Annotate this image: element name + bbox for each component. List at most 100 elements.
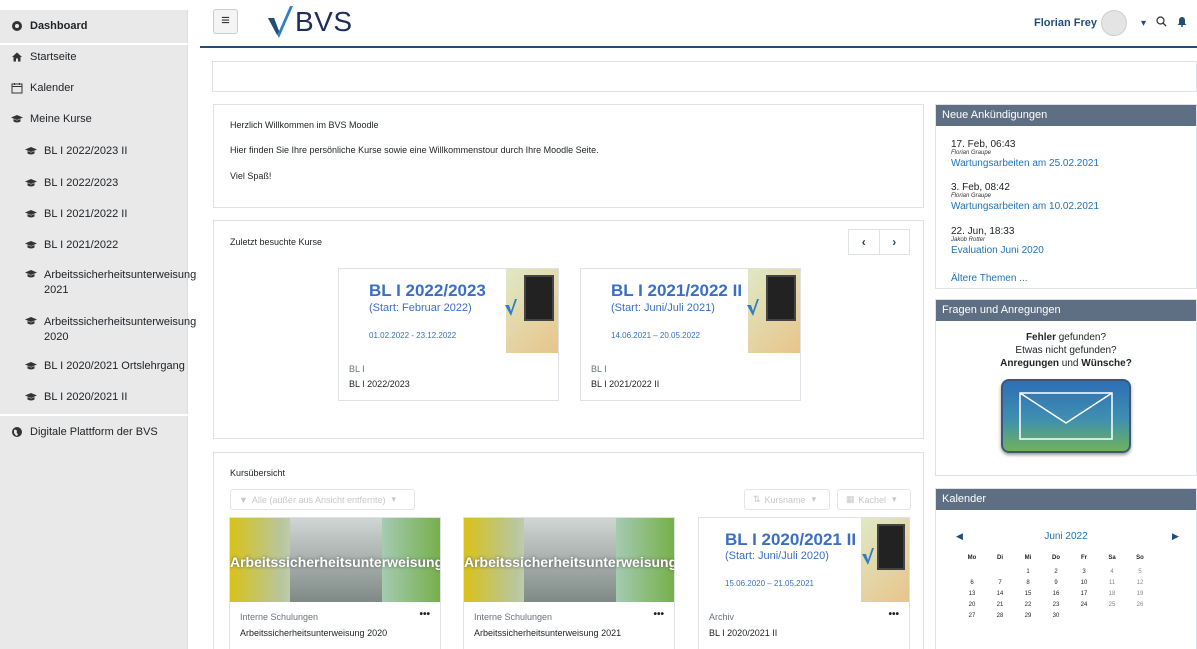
calendar-day[interactable]: 22: [1018, 602, 1038, 608]
calendar-day[interactable]: 13: [962, 591, 982, 597]
caret-down-icon[interactable]: ▾: [1141, 18, 1146, 29]
calendar-day[interactable]: 21: [990, 602, 1010, 608]
older-topics-link[interactable]: Ältere Themen ...: [951, 273, 1028, 284]
filter-icon: ▼: [239, 494, 248, 505]
calendar-weekday: Mi: [1024, 555, 1032, 561]
course-tile[interactable]: Arbeitssicherheitsunterweisung Interne S…: [463, 517, 675, 649]
view-dropdown[interactable]: ▦ Kachel ▾: [837, 489, 911, 510]
calendar-day[interactable]: 2: [1046, 569, 1066, 575]
calendar-weekday: Do: [1052, 555, 1060, 561]
calendar-day[interactable]: 19: [1130, 591, 1150, 597]
sidebar-item-course[interactable]: BL I 2021/2022 II: [0, 208, 127, 220]
course-tile[interactable]: BL I 2020/2021 II (Start: Juni/Juli 2020…: [698, 517, 910, 649]
sidebar-item-kalender[interactable]: Kalender: [0, 82, 74, 94]
recent-courses-title: Zuletzt besuchte Kurse: [230, 237, 323, 247]
sidebar-item-course[interactable]: BL I 2020/2021 Ortslehrgang: [0, 360, 185, 372]
calendar-day[interactable]: 17: [1074, 591, 1094, 597]
graduation-cap-icon: [24, 208, 38, 220]
calendar-icon: [10, 82, 24, 94]
logo-text: BVS: [295, 6, 353, 37]
recent-courses-card: Zuletzt besuchte Kurse ‹ › BL I 2022/202…: [213, 220, 924, 439]
calendar-day[interactable]: 4: [1102, 569, 1122, 575]
next-button[interactable]: ›: [880, 230, 910, 254]
sidebar-item-dashboard[interactable]: Dashboard: [0, 20, 87, 32]
calendar-day[interactable]: 24: [1074, 602, 1094, 608]
calendar-day[interactable]: 15: [1018, 591, 1038, 597]
bvs-logo-icon: [747, 299, 759, 316]
course-name[interactable]: Arbeitssicherheitsunterweisung 2021: [474, 628, 621, 638]
logo[interactable]: BVS: [265, 4, 353, 40]
course-image: BL I 2022/2023 (Start: Februar 2022) 01.…: [339, 269, 558, 353]
calendar-day[interactable]: 11: [1102, 580, 1122, 586]
sidebar-item-startseite[interactable]: Startseite: [0, 51, 76, 63]
user-name[interactable]: Florian Frey: [1034, 17, 1097, 29]
sidebar-item-course[interactable]: Arbeitssicherheitsunterweisung 2020: [0, 315, 196, 345]
feedback-block: Fragen und Anregungen Fehler gefunden? E…: [935, 299, 1197, 476]
graduation-cap-icon: [24, 315, 38, 327]
sidebar-item-course[interactable]: BL I 2021/2022: [0, 239, 118, 251]
announcement-item: 3. Feb, 08:42 Florian Graupe Wartungsarb…: [951, 182, 1100, 212]
calendar-weekday: Fr: [1081, 555, 1087, 561]
calendar-day[interactable]: 28: [990, 613, 1010, 619]
sidebar-item-course[interactable]: Arbeitssicherheitsunterweisung 2021: [0, 268, 196, 298]
calendar-day[interactable]: 14: [990, 591, 1010, 597]
sidebar-item-course[interactable]: BL I 2022/2023 II: [0, 145, 127, 157]
bell-icon[interactable]: [1177, 16, 1187, 30]
menu-toggle-button[interactable]: ≡: [213, 9, 238, 34]
calendar-day[interactable]: 30: [1046, 613, 1066, 619]
sort-dropdown[interactable]: ⇅ Kursname ▾: [744, 489, 830, 510]
avatar[interactable]: [1100, 10, 1127, 36]
course-image: BL I 2020/2021 II (Start: Juni/Juli 2020…: [699, 518, 909, 602]
calendar-day[interactable]: 27: [962, 613, 982, 619]
page-header-bar: [212, 61, 1197, 92]
announcement-item: 17. Feb, 06:43 Florian Graupe Wartungsar…: [951, 139, 1100, 169]
home-icon: [10, 51, 24, 63]
course-name[interactable]: BL I 2022/2023: [349, 379, 410, 389]
calendar-day[interactable]: 1: [1018, 569, 1038, 575]
course-name[interactable]: BL I 2021/2022 II: [591, 379, 659, 389]
calendar-day[interactable]: 3: [1074, 569, 1094, 575]
course-tile[interactable]: Arbeitssicherheitsunterweisung Interne S…: [229, 517, 441, 649]
calendar-day[interactable]: 6: [962, 580, 982, 586]
next-month-button[interactable]: ▶: [1172, 531, 1179, 542]
user-menu[interactable]: Florian Frey ▾: [1034, 10, 1197, 36]
calendar-day[interactable]: 5: [1130, 569, 1150, 575]
calendar-day[interactable]: 29: [1018, 613, 1038, 619]
more-options-icon[interactable]: •••: [419, 609, 430, 620]
course-image: BL I 2021/2022 II (Start: Juni/Juli 2021…: [581, 269, 800, 353]
recent-course-card[interactable]: BL I 2021/2022 II (Start: Juni/Juli 2021…: [580, 268, 801, 401]
calendar-weekday: Sa: [1108, 555, 1116, 561]
calendar-day[interactable]: 8: [1018, 580, 1038, 586]
chevron-left-icon: ‹: [861, 235, 866, 249]
calendar-day[interactable]: 10: [1074, 580, 1094, 586]
bvs-logo-icon: [505, 299, 517, 316]
course-overview-title: Kursübersicht: [230, 468, 286, 478]
sidebar-item-course[interactable]: BL I 2022/2023: [0, 177, 118, 189]
sidebar-item-digitale-plattform[interactable]: Digitale Plattform der BVS: [0, 426, 158, 438]
calendar-day[interactable]: 23: [1046, 602, 1066, 608]
calendar-day[interactable]: 12: [1130, 580, 1150, 586]
welcome-card: Herzlich Willkommen im BVS Moodle Hier f…: [213, 104, 924, 208]
more-options-icon[interactable]: •••: [888, 609, 899, 620]
calendar-day[interactable]: 18: [1102, 591, 1122, 597]
course-category: Archiv: [709, 612, 735, 622]
calendar-month[interactable]: Juni 2022: [936, 531, 1196, 542]
prev-button[interactable]: ‹: [849, 230, 880, 254]
calendar-day[interactable]: 25: [1102, 602, 1122, 608]
graduation-cap-icon: [10, 113, 24, 125]
calendar-day[interactable]: 20: [962, 602, 982, 608]
more-options-icon[interactable]: •••: [653, 609, 664, 620]
course-name[interactable]: Arbeitssicherheitsunterweisung 2020: [240, 628, 387, 638]
calendar-day[interactable]: 26: [1130, 602, 1150, 608]
sidebar-item-meine-kurse[interactable]: Meine Kurse: [0, 113, 92, 125]
calendar-day[interactable]: 7: [990, 580, 1010, 586]
search-icon[interactable]: [1156, 16, 1167, 30]
calendar-day[interactable]: 9: [1046, 580, 1066, 586]
recent-course-card[interactable]: BL I 2022/2023 (Start: Februar 2022) 01.…: [338, 268, 559, 401]
feedback-mail-button[interactable]: [1001, 379, 1131, 453]
announcements-block: Neue Ankündigungen 17. Feb, 06:43 Floria…: [935, 104, 1197, 289]
calendar-day[interactable]: 16: [1046, 591, 1066, 597]
sidebar-item-course[interactable]: BL I 2020/2021 II: [0, 391, 127, 403]
filter-dropdown[interactable]: ▼ Alle (außer aus Ansicht entfernte) ▾: [230, 489, 415, 510]
course-name[interactable]: BL I 2020/2021 II: [709, 628, 777, 638]
